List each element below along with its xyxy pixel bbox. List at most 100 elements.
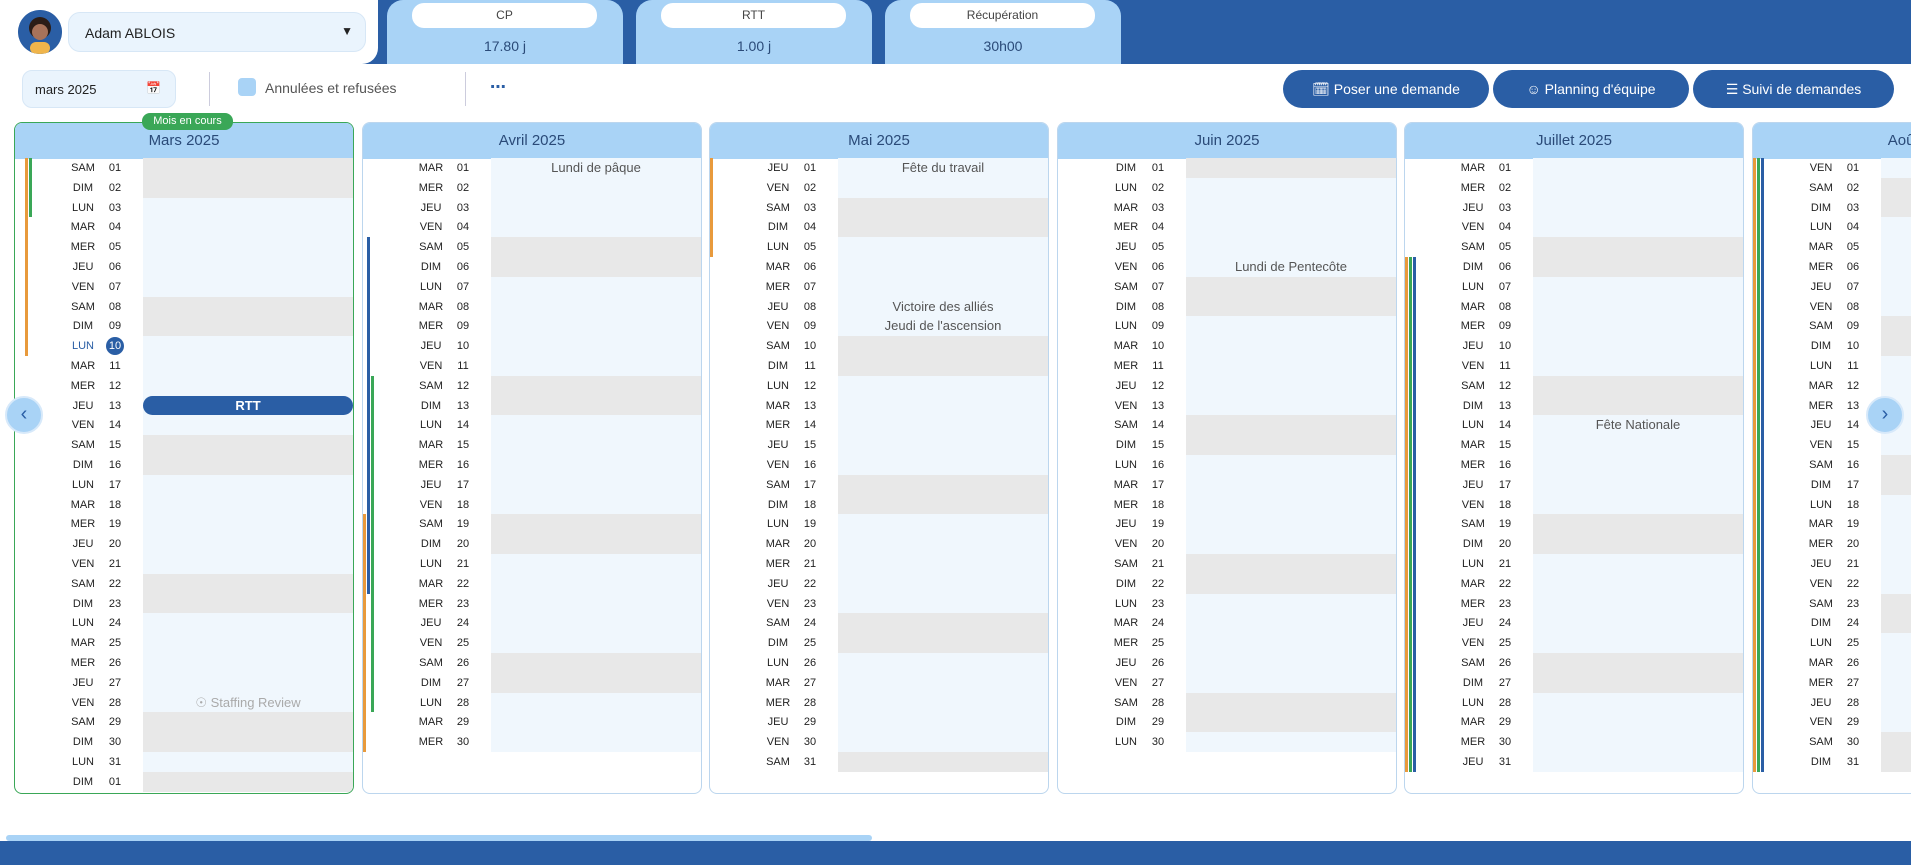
day-row[interactable]: SAM 02: [1753, 177, 1911, 198]
day-row[interactable]: JEU 06: [15, 257, 353, 277]
day-cell[interactable]: [1881, 276, 1911, 297]
day-cell[interactable]: [1186, 732, 1396, 752]
day-cell[interactable]: [1186, 514, 1396, 535]
day-row[interactable]: VEN 11: [363, 356, 701, 376]
day-cell[interactable]: [491, 732, 701, 752]
day-row[interactable]: VEN 23: [710, 593, 1048, 614]
day-row[interactable]: LUN 21: [363, 554, 701, 574]
day-row[interactable]: SAM 23: [1753, 593, 1911, 614]
day-cell[interactable]: [838, 336, 1048, 356]
new-request-button[interactable]: 🗓 Poser une demande: [1283, 70, 1489, 108]
day-row[interactable]: MER 09: [363, 316, 701, 337]
day-row[interactable]: LUN 28: [363, 692, 701, 713]
day-cell[interactable]: [1186, 692, 1396, 713]
day-cell[interactable]: [838, 177, 1048, 198]
day-row[interactable]: VEN 29: [1753, 712, 1911, 733]
day-cell[interactable]: [143, 653, 353, 673]
day-row[interactable]: LUN 26: [710, 653, 1048, 673]
day-cell[interactable]: [838, 672, 1048, 693]
request-tracking-button[interactable]: ☰ Suivi de demandes: [1693, 70, 1894, 108]
day-cell[interactable]: [1881, 177, 1911, 198]
day-row[interactable]: JEU 15: [710, 435, 1048, 455]
next-month-button[interactable]: ›: [1866, 396, 1904, 434]
day-cell[interactable]: [1186, 316, 1396, 337]
day-cell[interactable]: [491, 276, 701, 297]
day-cell[interactable]: [1533, 534, 1743, 554]
day-cell[interactable]: [1881, 514, 1911, 535]
day-row[interactable]: SAM 10: [710, 336, 1048, 356]
day-row[interactable]: MER 11: [1058, 356, 1396, 376]
day-cell[interactable]: [491, 257, 701, 277]
day-row[interactable]: LUN 23: [1058, 593, 1396, 614]
calendar-icon[interactable]: 📅: [146, 81, 161, 95]
day-cell[interactable]: [143, 771, 353, 792]
day-cell[interactable]: [491, 296, 701, 317]
day-row[interactable]: VEN 18: [1405, 494, 1743, 515]
day-cell[interactable]: [143, 593, 353, 614]
day-row[interactable]: JEU 12: [1058, 375, 1396, 396]
day-cell[interactable]: [1533, 257, 1743, 277]
day-cell[interactable]: [1881, 752, 1911, 772]
day-row[interactable]: LUN 24: [15, 613, 353, 634]
day-cell[interactable]: [491, 494, 701, 515]
day-cell[interactable]: [1186, 296, 1396, 317]
day-row[interactable]: JEU 20: [15, 534, 353, 554]
calendar-event-label[interactable]: ☉ Staffing Review: [143, 695, 353, 711]
day-row[interactable]: MAR 11: [15, 356, 353, 376]
day-cell[interactable]: [491, 217, 701, 238]
team-planning-button[interactable]: ☺ Planning d'équipe: [1493, 70, 1689, 108]
day-cell[interactable]: [491, 554, 701, 574]
day-cell[interactable]: [1881, 712, 1911, 733]
day-row[interactable]: SAM 12: [363, 375, 701, 396]
day-row[interactable]: SAM 07: [1058, 276, 1396, 297]
day-cell[interactable]: [1533, 672, 1743, 693]
day-row[interactable]: SAM 01: [15, 158, 353, 178]
day-cell[interactable]: [143, 712, 353, 733]
day-row[interactable]: MER 30: [363, 732, 701, 752]
day-row[interactable]: DIM 16: [15, 455, 353, 475]
day-row[interactable]: LUN 07: [363, 276, 701, 297]
day-cell[interactable]: [491, 455, 701, 475]
day-cell[interactable]: [491, 573, 701, 594]
day-row[interactable]: DIM 27: [1405, 672, 1743, 693]
day-cell[interactable]: [1533, 217, 1743, 238]
day-row[interactable]: MAR 25: [15, 633, 353, 653]
day-cell[interactable]: [838, 712, 1048, 733]
day-row[interactable]: JEU 17: [363, 474, 701, 495]
day-row[interactable]: MAR 22: [1405, 573, 1743, 594]
day-row[interactable]: MER 04: [1058, 217, 1396, 238]
day-cell[interactable]: [491, 593, 701, 614]
day-cell[interactable]: [1533, 613, 1743, 634]
day-row[interactable]: MER 26: [15, 653, 353, 673]
day-cell[interactable]: [1881, 554, 1911, 574]
day-cell[interactable]: [143, 752, 353, 772]
day-cell[interactable]: [838, 415, 1048, 436]
day-cell[interactable]: [1533, 375, 1743, 396]
day-row[interactable]: MER 28: [710, 692, 1048, 713]
day-row[interactable]: DIM 29: [1058, 712, 1396, 733]
day-cell[interactable]: [1881, 237, 1911, 257]
day-row[interactable]: LUN 21: [1405, 554, 1743, 574]
day-cell[interactable]: [1186, 237, 1396, 257]
day-cell[interactable]: [1881, 316, 1911, 337]
day-cell[interactable]: [143, 455, 353, 475]
day-cell[interactable]: [491, 514, 701, 535]
day-row[interactable]: JEU 24: [363, 613, 701, 634]
day-cell[interactable]: [143, 554, 353, 574]
day-cell[interactable]: [1533, 296, 1743, 317]
day-row[interactable]: MAR 04: [15, 217, 353, 238]
day-cell[interactable]: [838, 276, 1048, 297]
day-cell[interactable]: [1186, 276, 1396, 297]
day-cell[interactable]: [1186, 712, 1396, 733]
day-cell[interactable]: [1881, 257, 1911, 277]
day-row[interactable]: MAR 03: [1058, 197, 1396, 218]
day-row[interactable]: DIM 10: [1753, 336, 1911, 356]
day-row[interactable]: SAM 03: [710, 197, 1048, 218]
day-cell[interactable]: [1533, 692, 1743, 713]
day-cell[interactable]: [1881, 356, 1911, 376]
day-row[interactable]: DIM 31: [1753, 752, 1911, 772]
day-cell[interactable]: [838, 474, 1048, 495]
day-cell[interactable]: [1186, 356, 1396, 376]
day-row[interactable]: MAR 17: [1058, 474, 1396, 495]
day-cell[interactable]: [1186, 375, 1396, 396]
